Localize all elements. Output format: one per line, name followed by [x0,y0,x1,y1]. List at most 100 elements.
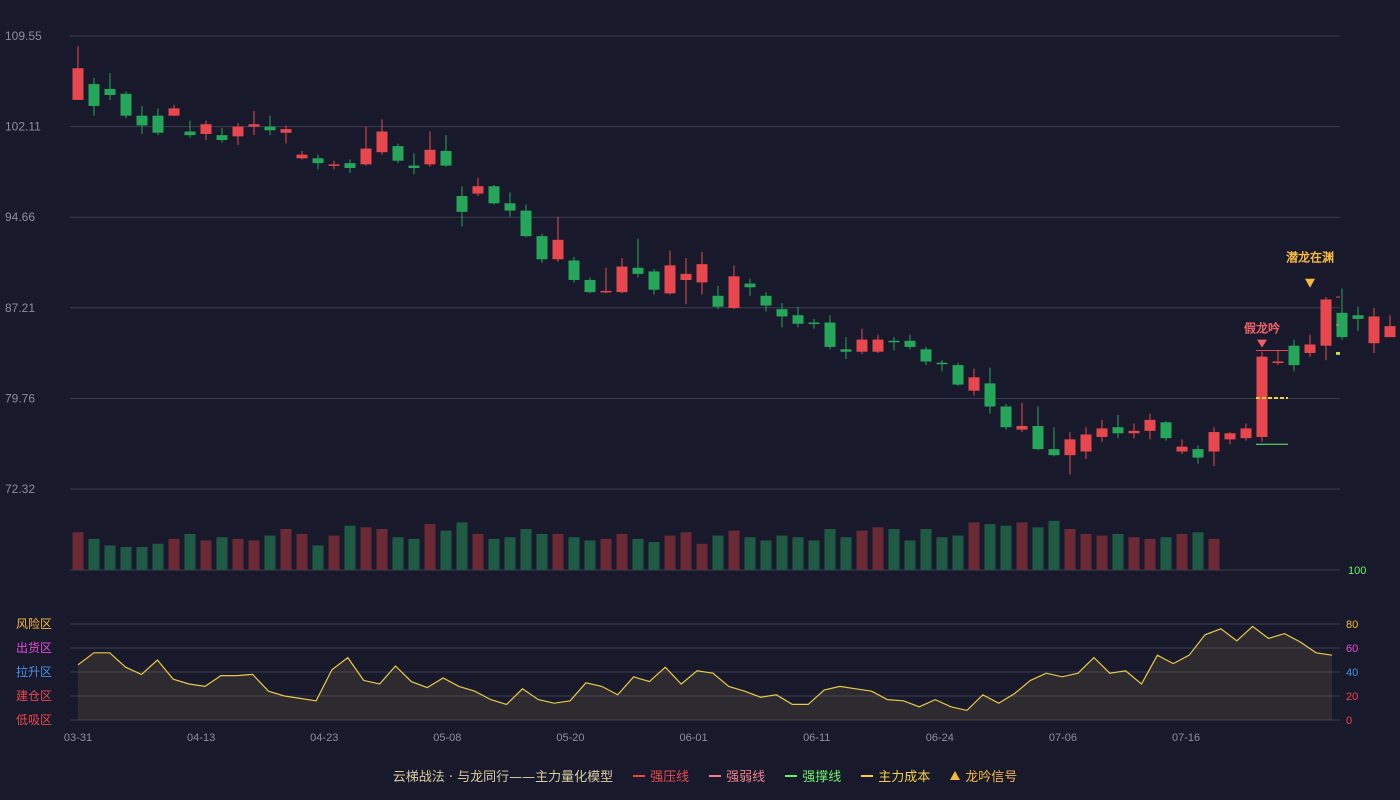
volume-bar [88,538,100,570]
candle-body [776,309,788,317]
zone-label: 拉升区 [16,664,52,679]
price-tick-label: 87.21 [5,301,35,315]
volume-bar [792,537,804,570]
candle-body [376,131,388,153]
candle-body [232,126,244,137]
candle-body [424,149,436,165]
candle-body [952,365,964,385]
x-tick-label: 03-31 [64,732,92,744]
volume-bar [1160,537,1172,570]
volume-bar [248,540,260,570]
volume-bar [1048,520,1060,570]
candle-body [1016,425,1028,430]
candle-body [200,124,212,134]
volume-bar [328,535,340,570]
candle-body [280,129,292,133]
candle-body [840,349,852,352]
volume-bar [1208,538,1220,570]
volume-max-label: 100 [1348,565,1366,577]
legend-item-support[interactable]: 强撑线 [785,766,841,785]
candle-body [1352,315,1364,319]
candle-body [1080,434,1092,452]
candle-body [1256,356,1268,437]
candle-body [568,260,580,280]
candle-body [584,279,596,293]
candle-body [856,339,868,352]
volume-bar [424,524,436,570]
candle-body [1208,432,1220,452]
candle-body [968,377,980,391]
candle-body [1128,430,1140,434]
legend-label: 强弱线 [726,770,766,785]
indicator-panel [77,625,1333,720]
legend-item-cost[interactable]: 主力成本 [861,766,930,785]
volume-bar [744,537,756,570]
candle-body [120,93,132,116]
legend-item-weak[interactable]: 强弱线 [709,766,765,785]
candles [72,46,1396,475]
candle-body [536,236,548,260]
volume-bar [1080,533,1092,570]
volume-bar [1016,522,1028,570]
volume-bar [1144,538,1156,570]
candle-body [440,150,452,166]
x-tick-label: 04-23 [310,732,338,744]
price-tick-label: 72.32 [5,482,35,496]
indicator-tick-label: 40 [1346,667,1358,679]
candle-body [1192,449,1204,458]
support-line-icon [785,774,798,777]
price-tick-label: 109.55 [5,29,42,43]
volume-bar [680,532,692,570]
volume-bar [1064,529,1076,570]
candle-body [408,165,420,169]
candle-body [1224,433,1236,440]
volume-bar [872,527,884,570]
x-tick-label: 05-08 [433,732,461,744]
volume-bar [168,538,180,570]
candle-body [680,273,692,280]
candle-body [312,158,324,164]
fake-signal-label: 假龙吟 [1244,320,1280,335]
volume-bar [968,522,980,570]
price-tick-label: 79.76 [5,391,35,405]
candle-body [1368,316,1380,344]
legend-item-signal[interactable]: 龙吟信号 [950,766,1017,785]
x-tick-label: 04-13 [187,732,215,744]
volume-bar [632,538,644,570]
legend-item-resistance[interactable]: 强压线 [633,766,689,785]
volume-bar [456,522,468,570]
candle-body [72,68,84,100]
candle-body [392,146,404,161]
candle-body [504,203,516,211]
volume-bar [216,537,228,570]
candle-body [360,148,372,165]
candle-body [888,340,900,343]
weak-line-icon [709,774,722,777]
candle-body [1112,427,1124,434]
zone-label: 建仓区 [16,689,52,703]
candle-body [1304,344,1316,353]
candle-body [1176,446,1188,452]
volume-bar [856,530,868,570]
legend-label: 强撑线 [802,770,842,785]
candle-body [472,186,484,194]
price-tick-label: 94.66 [5,210,35,224]
volume-bar [280,529,292,570]
grid [70,35,1340,721]
volume-bar [1112,533,1124,570]
zone-label: 风险区 [16,616,52,631]
candle-body [808,322,820,325]
zone-label: 低吸区 [16,713,52,727]
indicator-tick-label: 0 [1346,715,1352,727]
candle-body [664,265,676,294]
volume-bar [504,537,516,570]
volume-bar [408,538,420,570]
candle-body [1096,428,1108,437]
volume-bar [360,527,372,570]
candle-body [88,84,100,106]
legend-title: 云梯战法 · 与龙同行——主力量化模型 [393,766,613,785]
volume-bar [472,533,484,570]
legend-label: 主力成本 [878,770,931,785]
volume-bar [440,530,452,570]
candle-body [488,186,500,204]
